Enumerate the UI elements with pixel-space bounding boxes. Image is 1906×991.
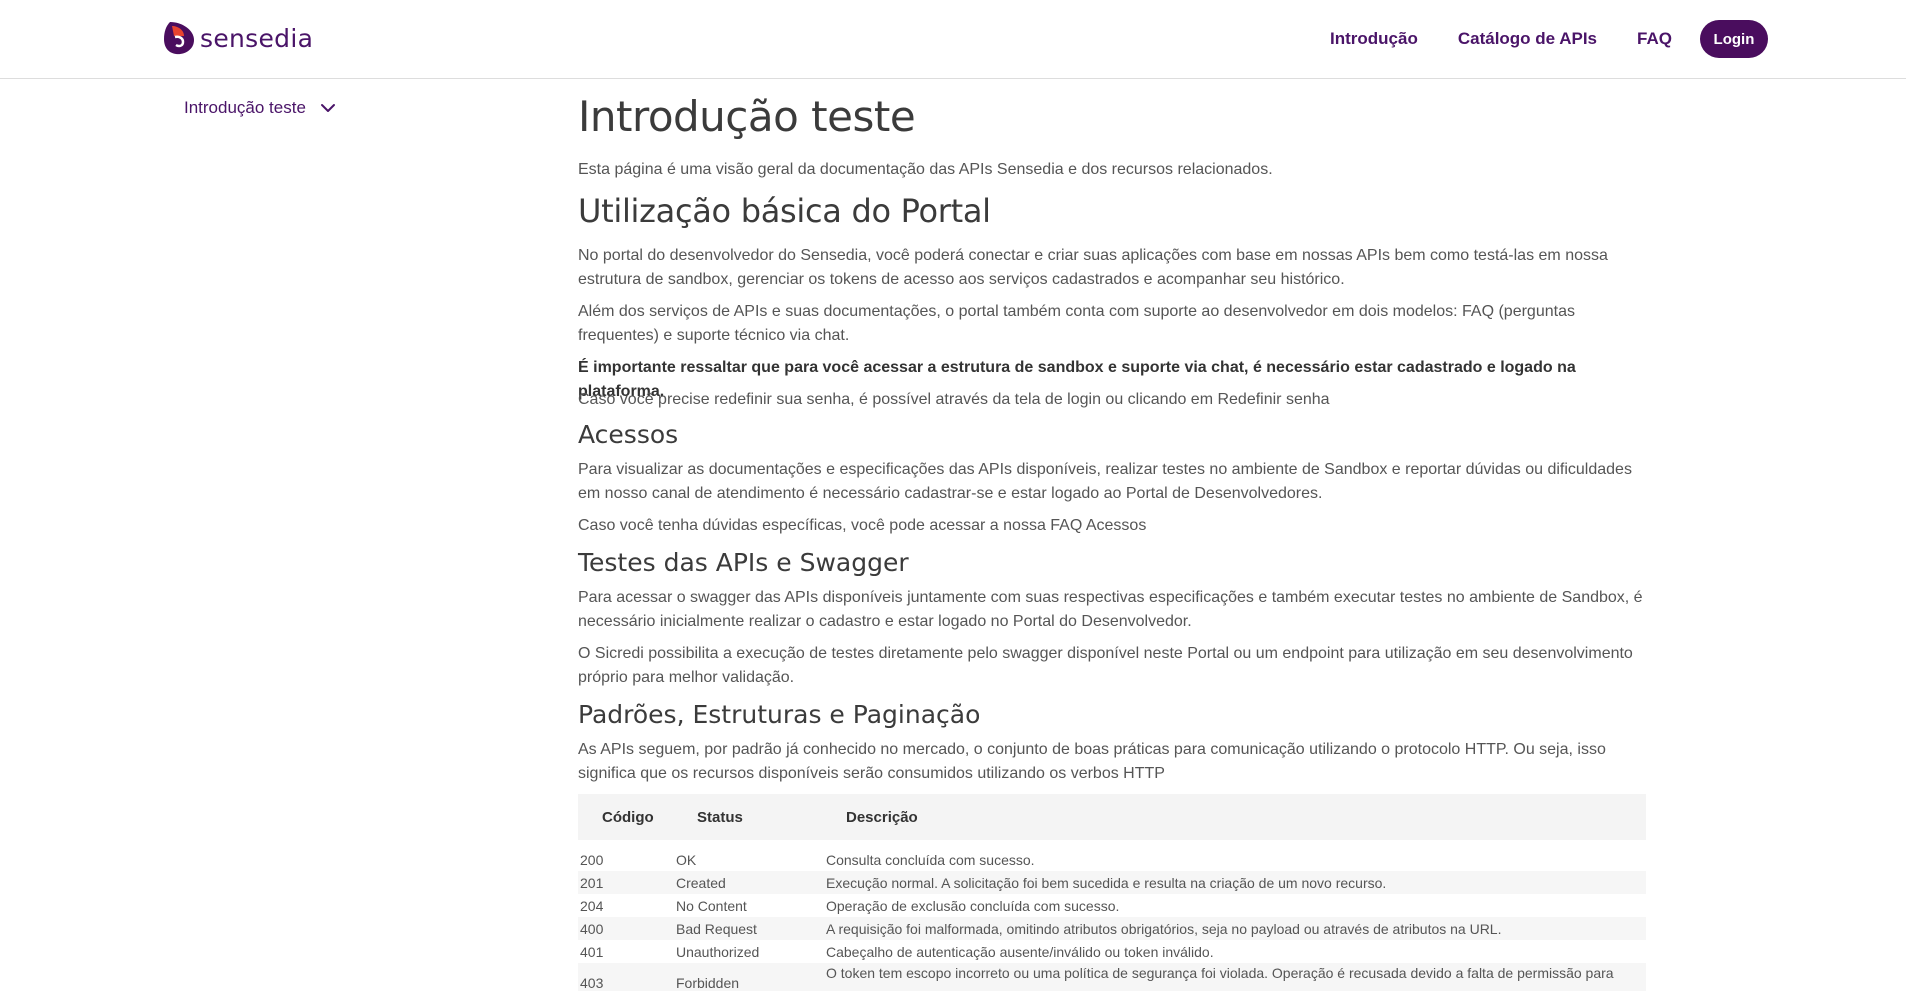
cell-status: Unauthorized [676,943,760,960]
chevron-down-icon [320,104,335,112]
logo-text: sensedia [200,23,314,53]
paragraph: Além dos serviços de APIs e suas documen… [578,303,1575,344]
cell-status: Bad Request [676,920,757,937]
cell-description: Operação de exclusão concluída com suces… [826,897,1120,914]
column-header-descricao: Descrição [846,808,918,826]
section-heading: Utilização básica do Portal [578,192,991,230]
cell-status: Forbidden [676,975,740,991]
cell-description: Cabeçalho de autenticação ausente/inváli… [826,943,1214,960]
table-row: 401 Unauthorized Cabeçalho de autenticaç… [578,940,1646,963]
sidebar-item-label: Introdução teste [184,98,306,117]
intro-paragraph: Esta página é uma visão geral da documen… [578,161,1273,178]
paragraph: O Sicredi possibilita a execução de test… [578,645,1633,686]
sidebar-item-introducao-teste[interactable]: Introdução teste [184,98,336,118]
login-button[interactable]: Login [1699,20,1768,58]
cell-description: Execução normal. A solicitação foi bem s… [826,874,1387,891]
column-header-codigo: Código [602,808,654,826]
paragraph: No portal do desenvolvedor do Sensedia, … [578,247,1608,288]
table-row: 204 No Content Operação de exclusão conc… [578,894,1646,917]
section-heading: Acessos [578,420,679,449]
cell-code: 201 [580,874,604,891]
cell-status: No Content [676,897,747,914]
cell-description: A requisição foi malformada, omitindo at… [826,920,1502,937]
top-nav: Introdução Catálogo de APIs FAQ Login [1330,20,1768,58]
cell-code: 400 [580,920,604,937]
paragraph: Para visualizar as documentações e espec… [578,461,1632,502]
section-heading: Padrões, Estruturas e Paginação [578,700,981,729]
cell-description: Consulta concluída com sucesso. [826,851,1035,868]
http-status-table: Código Status Descrição 200 OK Consulta … [578,794,1646,991]
paragraph: Caso você tenha dúvidas específicas, voc… [578,517,1147,534]
paragraph: As APIs seguem, por padrão já conhecido … [578,741,1606,782]
table-row: 201 Created Execução normal. A solicitaç… [578,871,1646,894]
nav-link-faq[interactable]: FAQ [1637,29,1672,49]
top-header: sensedia Introdução Catálogo de APIs FAQ… [0,0,1906,79]
nav-link-catalogo-apis[interactable]: Catálogo de APIs [1458,29,1597,49]
sensedia-logo-icon [164,22,194,55]
paragraph: Para acessar o swagger das APIs disponív… [578,589,1643,630]
section-heading: Testes das APIs e Swagger [578,548,909,577]
table-row: 403 Forbidden O token tem escopo incorre… [578,963,1646,991]
cell-code: 403 [580,975,604,991]
paragraph: Caso você precise redefinir sua senha, é… [578,391,1330,408]
page-title: Introdução teste [578,92,916,141]
cell-code: 401 [580,943,604,960]
cell-status: OK [676,851,697,868]
table-row: 400 Bad Request A requisição foi malform… [578,917,1646,940]
column-header-status: Status [697,808,743,826]
table-row: 200 OK Consulta concluída com sucesso. [578,848,1646,871]
nav-link-introducao[interactable]: Introdução [1330,29,1418,49]
table-header: Código Status Descrição [578,794,1646,840]
cell-description: O token tem escopo incorreto ou uma polí… [826,965,1614,981]
brand-logo[interactable]: sensedia [162,20,313,56]
cell-code: 204 [580,897,604,914]
cell-status: Created [676,874,726,891]
cell-code: 200 [580,851,604,868]
